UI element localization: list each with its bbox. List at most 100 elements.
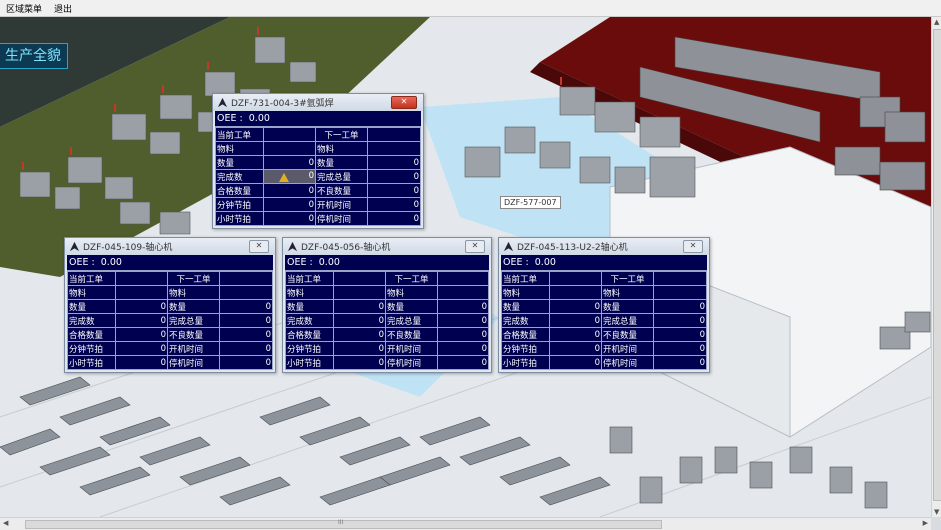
completed-total-label: 完成总量	[315, 169, 368, 184]
quantity-label: 数量	[285, 299, 334, 314]
completed-total-value: 0	[367, 169, 421, 184]
completed-total-value: 0	[219, 313, 273, 328]
window-titlebar[interactable]: DZF-045-056-轴心机 ✕	[283, 238, 491, 255]
oee-row: OEE : 0.00	[285, 255, 489, 271]
minute-cycle-label: 分钟节拍	[501, 341, 550, 356]
quantity-label: 数量	[215, 155, 264, 170]
run-time-value: 0	[367, 197, 421, 212]
material-label: 物料	[601, 285, 654, 300]
quantity-value: 0	[437, 299, 489, 314]
stop-time-value: 0	[367, 211, 421, 226]
minute-cycle-value: 0	[549, 341, 602, 356]
close-button[interactable]: ✕	[391, 96, 417, 109]
completed-label: 完成数	[67, 313, 116, 328]
current-order-label: 当前工单	[215, 127, 264, 142]
horizontal-scrollbar[interactable]: ◀ III ▶	[0, 517, 931, 530]
next-order-label: 下一工单	[385, 271, 438, 286]
quantity-value: 0	[367, 155, 421, 170]
qualified-qty-label: 合格数量	[67, 327, 116, 342]
machine-window-113[interactable]: DZF-045-113-U2-2轴心机 ✕ OEE : 0.00 当前工单 下一工…	[498, 237, 710, 373]
machine-info-panel: OEE : 0.00 当前工单 下一工单 物料 物料 数量 0 数量 0 完成数 0 完成总量…	[67, 255, 273, 370]
window-titlebar[interactable]: DZF-731-004-3#氩弧焊 ✕	[213, 94, 423, 111]
minute-cycle-label: 分钟节拍	[67, 341, 116, 356]
completed-value: 0	[333, 313, 386, 328]
machine-tooltip: DZF-577-007	[500, 196, 561, 209]
window-titlebar[interactable]: DZF-045-113-U2-2轴心机 ✕	[499, 238, 709, 255]
completed-total-value: 0	[437, 313, 489, 328]
machine-info-panel: OEE : 0.00 当前工单 下一工单 物料 物料 数量 0 数量 0 完成数 0 完成总量…	[501, 255, 707, 370]
quantity-value: 0	[115, 299, 168, 314]
material-label: 物料	[167, 285, 220, 300]
completed-total-label: 完成总量	[601, 313, 654, 328]
machine-info-table: 当前工单 下一工单 物料 物料 数量 0 数量 0 完成数 0 完成总量 0 合格数量 0 不良数量…	[501, 271, 707, 370]
hour-cycle-label: 小时节拍	[501, 355, 550, 370]
machine-info-table: 当前工单 下一工单 物料 物料 数量 0 数量 0 完成数 0 完成总量 0 合格数量 0 不良数量…	[67, 271, 273, 370]
current-order-label: 当前工单	[285, 271, 334, 286]
material-label: 物料	[215, 141, 264, 156]
minute-cycle-label: 分钟节拍	[215, 197, 264, 212]
oee-row: OEE : 0.00	[501, 255, 707, 271]
machine-window-731[interactable]: DZF-731-004-3#氩弧焊 ✕ OEE : 0.00 当前工单 下一工单 …	[212, 93, 424, 229]
current-order-label: 当前工单	[67, 271, 116, 286]
scroll-left-arrow-icon[interactable]: ◀	[3, 519, 8, 527]
oee-row: OEE : 0.00	[67, 255, 273, 271]
scroll-down-arrow-icon[interactable]: ▼	[934, 508, 939, 516]
menu-item-area[interactable]: 区域菜单	[0, 2, 48, 15]
machine-window-109[interactable]: DZF-045-109-轴心机 ✕ OEE : 0.00 当前工单 下一工单 物料…	[64, 237, 276, 373]
window-titlebar[interactable]: DZF-045-109-轴心机 ✕	[65, 238, 275, 255]
quantity-label: 数量	[385, 299, 438, 314]
next-order-label: 下一工单	[601, 271, 654, 286]
vertical-scroll-thumb[interactable]	[933, 29, 941, 501]
oee-row: OEE : 0.00	[215, 111, 421, 127]
quantity-value: 0	[263, 155, 316, 170]
run-time-value: 0	[219, 341, 273, 356]
plane-icon	[69, 241, 80, 252]
quantity-label: 数量	[601, 299, 654, 314]
next-order-label: 下一工单	[315, 127, 368, 142]
qualified-qty-label: 合格数量	[215, 183, 264, 198]
close-button[interactable]: ✕	[465, 240, 485, 253]
qualified-qty-value: 0	[115, 327, 168, 342]
qualified-qty-value: 0	[549, 327, 602, 342]
completed-value: 0	[115, 313, 168, 328]
next-order-label: 下一工单	[167, 271, 220, 286]
quantity-value: 0	[653, 299, 707, 314]
run-time-value: 0	[653, 341, 707, 356]
scroll-up-arrow-icon[interactable]: ▲	[934, 18, 939, 26]
quantity-value: 0	[219, 299, 273, 314]
quantity-label: 数量	[501, 299, 550, 314]
quantity-label: 数量	[167, 299, 220, 314]
menu-item-exit[interactable]: 退出	[48, 2, 78, 15]
scroll-right-arrow-icon[interactable]: ▶	[923, 519, 928, 527]
run-time-label: 开机时间	[167, 341, 220, 356]
machine-info-panel: OEE : 0.00 当前工单 下一工单 物料 物料 数量 0 数量 0 完成数 0 完成总量…	[285, 255, 489, 370]
qualified-qty-label: 合格数量	[285, 327, 334, 342]
stop-time-label: 停机时间	[601, 355, 654, 370]
run-time-value: 0	[437, 341, 489, 356]
menu-bar: 区域菜单 退出	[0, 0, 941, 17]
quantity-label: 数量	[315, 155, 368, 170]
completed-label: 完成数	[285, 313, 334, 328]
defect-qty-value: 0	[219, 327, 273, 342]
run-time-label: 开机时间	[385, 341, 438, 356]
qualified-qty-value: 0	[333, 327, 386, 342]
horizontal-scroll-thumb[interactable]: III	[25, 519, 662, 529]
close-button[interactable]: ✕	[683, 240, 703, 253]
hour-cycle-label: 小时节拍	[285, 355, 334, 370]
hour-cycle-label: 小时节拍	[215, 211, 264, 226]
completed-value: 0	[308, 171, 314, 181]
machine-window-056[interactable]: DZF-045-056-轴心机 ✕ OEE : 0.00 当前工单 下一工单 物料…	[282, 237, 492, 373]
completed-total-label: 完成总量	[385, 313, 438, 328]
plane-icon	[287, 241, 298, 252]
close-button[interactable]: ✕	[249, 240, 269, 253]
plane-icon	[503, 241, 514, 252]
minute-cycle-value: 0	[333, 341, 386, 356]
minute-cycle-label: 分钟节拍	[285, 341, 334, 356]
defect-qty-value: 0	[437, 327, 489, 342]
defect-qty-value: 0	[653, 327, 707, 342]
vertical-scrollbar[interactable]: ▲ ▼	[931, 17, 941, 517]
stop-time-label: 停机时间	[315, 211, 368, 226]
hour-cycle-value: 0	[549, 355, 602, 370]
window-title: DZF-045-113-U2-2轴心机	[517, 243, 628, 253]
quantity-label: 数量	[67, 299, 116, 314]
